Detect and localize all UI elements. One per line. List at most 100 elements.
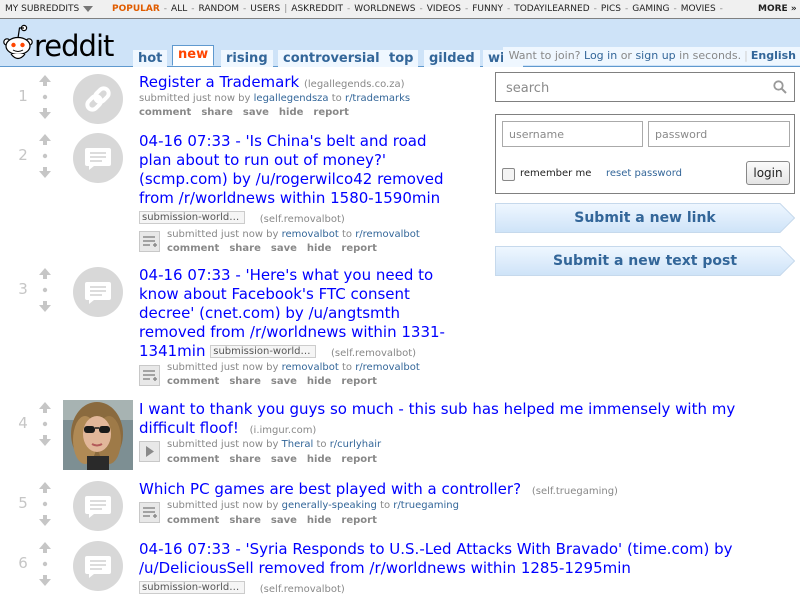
save-button[interactable]: save xyxy=(271,376,297,387)
comment-button[interactable]: comment xyxy=(167,243,219,254)
post-title-line[interactable]: removed from /r/worldnews within 1331- xyxy=(139,323,484,342)
photo-thumbnail[interactable] xyxy=(63,400,133,470)
tab-gilded[interactable]: gilded xyxy=(424,50,480,67)
username-field[interactable] xyxy=(502,121,643,147)
upvote-arrow-icon[interactable] xyxy=(39,75,51,86)
post-title-line[interactable]: from /r/worldnews within 1580-1590min xyxy=(139,189,484,208)
expand-text-icon[interactable] xyxy=(139,502,160,523)
srbar-link-users[interactable]: USERS xyxy=(250,4,280,14)
report-button[interactable]: report xyxy=(341,376,376,387)
upvote-arrow-icon[interactable] xyxy=(39,482,51,493)
login-button[interactable]: login xyxy=(746,161,790,185)
self-thumbnail[interactable] xyxy=(73,133,123,183)
srbar-link-funny[interactable]: FUNNY xyxy=(472,4,503,14)
remember-me-checkbox[interactable] xyxy=(502,168,515,181)
expand-text-icon[interactable] xyxy=(139,365,160,386)
my-subreddits-dropdown[interactable]: MY SUBREDDITS xyxy=(5,0,94,18)
srbar-link-random[interactable]: RANDOM xyxy=(198,4,239,14)
downvote-arrow-icon[interactable] xyxy=(39,167,51,178)
signup-link[interactable]: sign up xyxy=(635,49,675,62)
srbar-link-videos[interactable]: VIDEOS xyxy=(427,4,461,14)
downvote-arrow-icon[interactable] xyxy=(39,108,51,119)
self-thumbnail[interactable] xyxy=(73,481,123,531)
post-title-line[interactable]: 1341min xyxy=(139,342,205,360)
post-title-line[interactable]: /u/DeliciousSell removed from /r/worldne… xyxy=(139,559,789,578)
post-author[interactable]: removalbot xyxy=(282,362,339,373)
tab-new[interactable]: new xyxy=(172,45,215,66)
save-button[interactable]: save xyxy=(271,243,297,254)
login-link[interactable]: Log in xyxy=(584,49,617,62)
hide-button[interactable]: hide xyxy=(307,454,332,465)
post-author[interactable]: generally-speaking xyxy=(282,500,377,511)
post-title-line[interactable]: difficult floof! xyxy=(139,419,239,437)
downvote-arrow-icon[interactable] xyxy=(39,515,51,526)
comment-button[interactable]: comment xyxy=(167,515,219,526)
post-domain[interactable]: (self.removalbot) xyxy=(331,348,416,359)
submit-text-button[interactable]: Submit a new text post xyxy=(495,246,795,276)
post-title-line[interactable]: 04-16 07:33 - 'Syria Responds to U.S.-Le… xyxy=(139,540,789,559)
post-subreddit[interactable]: r/trademarks xyxy=(345,93,410,104)
share-button[interactable]: share xyxy=(229,243,261,254)
post-title-line[interactable]: plan about to run out of money?' xyxy=(139,151,484,170)
post-domain[interactable]: (self.truegaming) xyxy=(532,486,618,497)
report-button[interactable]: report xyxy=(341,515,376,526)
tab-rising[interactable]: rising xyxy=(221,50,273,67)
report-button[interactable]: report xyxy=(313,107,348,118)
downvote-arrow-icon[interactable] xyxy=(39,301,51,312)
upvote-arrow-icon[interactable] xyxy=(39,134,51,145)
post-subreddit[interactable]: r/curlyhair xyxy=(330,439,381,450)
search-icon[interactable] xyxy=(773,80,787,94)
comment-button[interactable]: comment xyxy=(167,454,219,465)
submit-link-button[interactable]: Submit a new link xyxy=(495,203,795,233)
tab-controversial[interactable]: controversial xyxy=(278,50,385,67)
post-title-line[interactable]: decree' (cnet.com) by /u/angtsmth xyxy=(139,304,484,323)
reset-password-link[interactable]: reset password xyxy=(606,168,682,179)
link-thumbnail[interactable] xyxy=(73,74,123,124)
post-subreddit[interactable]: r/removalbot xyxy=(355,362,420,373)
post-title[interactable]: Register a Trademark xyxy=(139,73,299,91)
srbar-link-all[interactable]: ALL xyxy=(171,4,187,14)
post-title-line[interactable]: know about Facebook's FTC consent xyxy=(139,285,484,304)
downvote-arrow-icon[interactable] xyxy=(39,435,51,446)
reddit-wordmark[interactable]: reddit xyxy=(34,29,114,63)
tab-hot[interactable]: hot xyxy=(133,50,168,67)
search-input[interactable] xyxy=(504,79,763,97)
downvote-arrow-icon[interactable] xyxy=(39,575,51,586)
post-title-line[interactable]: (scmp.com) by /u/rogerwilco42 removed xyxy=(139,170,484,189)
post-domain[interactable]: (self.removalbot) xyxy=(260,584,345,595)
more-subreddits-link[interactable]: MORE » xyxy=(752,0,800,18)
post-title-line[interactable]: 04-16 07:33 - 'Is China's belt and road xyxy=(139,132,484,151)
expand-text-icon[interactable] xyxy=(139,231,160,252)
comment-button[interactable]: comment xyxy=(167,376,219,387)
upvote-arrow-icon[interactable] xyxy=(39,542,51,553)
save-button[interactable]: save xyxy=(271,515,297,526)
upvote-arrow-icon[interactable] xyxy=(39,402,51,413)
srbar-link-gaming[interactable]: GAMING xyxy=(632,4,669,14)
password-field[interactable] xyxy=(648,121,790,147)
srbar-link-pics[interactable]: PICS xyxy=(601,4,621,14)
srbar-link-movies[interactable]: MOVIES xyxy=(681,4,716,14)
comment-button[interactable]: comment xyxy=(139,107,191,118)
post-subreddit[interactable]: r/removalbot xyxy=(355,229,420,240)
srbar-link-worldnews[interactable]: WORLDNEWS xyxy=(354,4,415,14)
post-author[interactable]: removalbot xyxy=(282,229,339,240)
srbar-link-popular[interactable]: POPULAR xyxy=(112,4,160,14)
tab-top[interactable]: top xyxy=(384,50,419,67)
post-domain[interactable]: (i.imgur.com) xyxy=(250,425,317,436)
post-domain[interactable]: (self.removalbot) xyxy=(260,214,345,225)
hide-button[interactable]: hide xyxy=(307,376,332,387)
post-author[interactable]: Theral xyxy=(282,439,314,450)
post-title-line[interactable]: I want to thank you guys so much - this … xyxy=(139,400,789,419)
upvote-arrow-icon[interactable] xyxy=(39,268,51,279)
share-button[interactable]: share xyxy=(229,515,261,526)
share-button[interactable]: share xyxy=(229,454,261,465)
post-title-line[interactable]: 04-16 07:33 - 'Here's what you need to xyxy=(139,266,484,285)
self-thumbnail[interactable] xyxy=(73,541,123,591)
play-expand-icon[interactable] xyxy=(139,441,160,462)
post-title[interactable]: Which PC games are best played with a co… xyxy=(139,480,521,498)
save-button[interactable]: save xyxy=(243,107,269,118)
hide-button[interactable]: hide xyxy=(279,107,304,118)
hide-button[interactable]: hide xyxy=(307,515,332,526)
report-button[interactable]: report xyxy=(341,243,376,254)
hide-button[interactable]: hide xyxy=(307,243,332,254)
